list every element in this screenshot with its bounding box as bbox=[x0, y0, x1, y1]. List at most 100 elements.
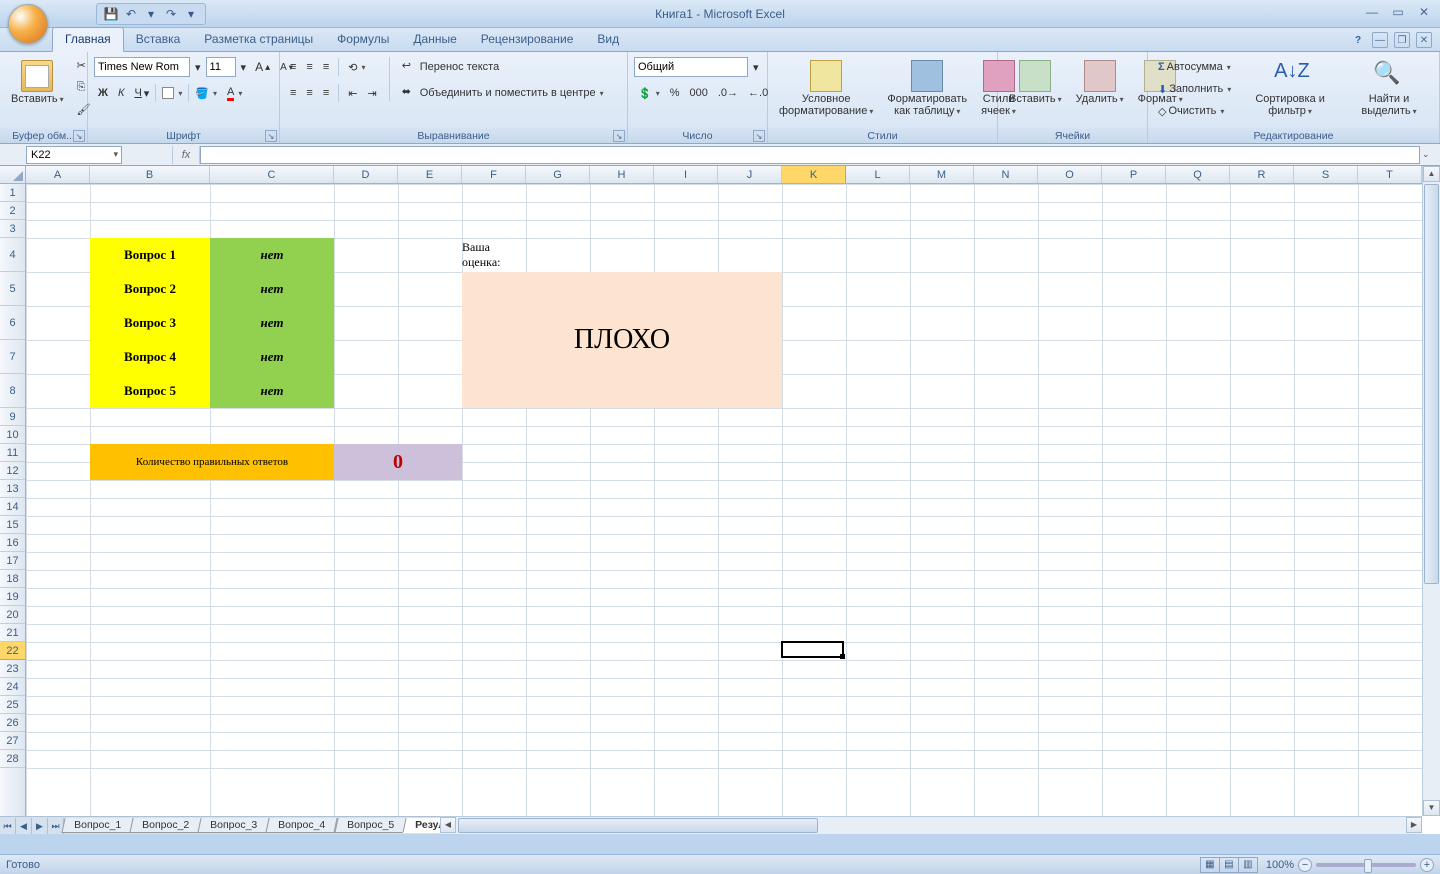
sheet-nav-first-icon[interactable]: ⏮ bbox=[0, 818, 16, 834]
number-dialog-icon[interactable]: ↘ bbox=[753, 130, 765, 142]
cell-question-5[interactable]: Вопрос 5 bbox=[90, 374, 210, 408]
orientation-button[interactable]: ⟲ bbox=[344, 57, 369, 77]
row-header-15[interactable]: 15 bbox=[0, 516, 25, 534]
win-minimize-icon[interactable]: — bbox=[1372, 32, 1388, 48]
cell-question-2[interactable]: Вопрос 2 bbox=[90, 272, 210, 306]
row-header-28[interactable]: 28 bbox=[0, 750, 25, 768]
column-headers[interactable]: ABCDEFGHIJKLMNOPQRST bbox=[26, 166, 1422, 184]
view-pagebreak-button[interactable]: ▥ bbox=[1238, 857, 1258, 873]
row-header-24[interactable]: 24 bbox=[0, 678, 25, 696]
name-box[interactable]: K22 bbox=[26, 146, 122, 164]
qat-more-icon[interactable]: ▾ bbox=[183, 6, 199, 22]
sheet-tab-Вопрос_4[interactable]: Вопрос_4 bbox=[266, 818, 338, 833]
borders-button[interactable] bbox=[158, 83, 186, 103]
format-as-table-button[interactable]: Форматировать как таблицу bbox=[882, 57, 972, 120]
select-all-button[interactable] bbox=[0, 166, 26, 184]
comma-button[interactable]: 000 bbox=[686, 83, 712, 103]
fx-icon[interactable]: fx bbox=[172, 146, 200, 164]
insert-cells-button[interactable]: Вставить bbox=[1004, 57, 1067, 108]
align-top-button[interactable]: ≡ bbox=[286, 57, 300, 77]
zoom-in-button[interactable]: + bbox=[1420, 858, 1434, 872]
column-header-O[interactable]: O bbox=[1038, 166, 1102, 183]
find-select-button[interactable]: 🔍Найти и выделить bbox=[1345, 57, 1433, 120]
number-format-combo[interactable] bbox=[634, 57, 748, 77]
clipboard-dialog-icon[interactable]: ↘ bbox=[73, 130, 85, 142]
row-header-11[interactable]: 11 bbox=[0, 444, 25, 462]
increase-indent-button[interactable]: ⇥ bbox=[363, 83, 380, 103]
column-header-J[interactable]: J bbox=[718, 166, 782, 183]
row-header-9[interactable]: 9 bbox=[0, 408, 25, 426]
undo-icon[interactable]: ↶ bbox=[123, 6, 139, 22]
row-header-27[interactable]: 27 bbox=[0, 732, 25, 750]
win-close-icon[interactable]: ✕ bbox=[1416, 32, 1432, 48]
row-header-8[interactable]: 8 bbox=[0, 374, 25, 408]
cell-answer-1[interactable]: нет bbox=[210, 238, 334, 272]
row-header-13[interactable]: 13 bbox=[0, 480, 25, 498]
conditional-formatting-button[interactable]: Условное форматирование bbox=[774, 57, 878, 120]
cell-correct-value[interactable]: 0 bbox=[334, 444, 462, 480]
cell-grade-value[interactable]: ПЛОХО bbox=[462, 272, 782, 408]
dropdown-icon[interactable]: ▾ bbox=[143, 6, 159, 22]
zoom-out-button[interactable]: − bbox=[1298, 858, 1312, 872]
column-header-F[interactable]: F bbox=[462, 166, 526, 183]
sort-filter-button[interactable]: A↓ZСортировка и фильтр bbox=[1239, 57, 1341, 120]
percent-button[interactable]: % bbox=[666, 83, 684, 103]
row-header-12[interactable]: 12 bbox=[0, 462, 25, 480]
close-button[interactable]: ✕ bbox=[1414, 4, 1434, 20]
align-left-button[interactable]: ≡ bbox=[286, 83, 300, 103]
font-size-dropdown-icon[interactable]: ▾ bbox=[238, 57, 250, 77]
horizontal-scrollbar[interactable]: ◀ ▶ bbox=[440, 816, 1422, 834]
row-header-16[interactable]: 16 bbox=[0, 534, 25, 552]
row-header-6[interactable]: 6 bbox=[0, 306, 25, 340]
column-header-P[interactable]: P bbox=[1102, 166, 1166, 183]
column-header-R[interactable]: R bbox=[1230, 166, 1294, 183]
autosum-button[interactable]: Σ Автосумма bbox=[1154, 57, 1235, 77]
alignment-dialog-icon[interactable]: ↘ bbox=[613, 130, 625, 142]
column-header-M[interactable]: M bbox=[910, 166, 974, 183]
column-header-D[interactable]: D bbox=[334, 166, 398, 183]
merge-center-button[interactable]: ⬌Объединить и поместить в центре bbox=[398, 83, 608, 103]
maximize-button[interactable]: ▭ bbox=[1388, 4, 1408, 20]
row-header-22[interactable]: 22 bbox=[0, 642, 25, 660]
sheet-tab-Вопрос_5[interactable]: Вопрос_5 bbox=[334, 818, 406, 833]
column-header-K[interactable]: K bbox=[782, 166, 846, 183]
row-header-10[interactable]: 10 bbox=[0, 426, 25, 444]
increase-decimal-button[interactable]: .0→ bbox=[714, 83, 742, 103]
column-header-S[interactable]: S bbox=[1294, 166, 1358, 183]
fill-color-button[interactable]: 🪣 bbox=[191, 83, 221, 103]
wrap-text-button[interactable]: ↩Перенос текста bbox=[398, 57, 608, 77]
row-headers[interactable]: 1234567891011121314151617181920212223242… bbox=[0, 184, 26, 816]
row-header-18[interactable]: 18 bbox=[0, 570, 25, 588]
row-header-26[interactable]: 26 bbox=[0, 714, 25, 732]
row-header-19[interactable]: 19 bbox=[0, 588, 25, 606]
row-header-7[interactable]: 7 bbox=[0, 340, 25, 374]
column-header-B[interactable]: B bbox=[90, 166, 210, 183]
scroll-right-icon[interactable]: ▶ bbox=[1406, 817, 1422, 833]
bold-button[interactable]: Ж bbox=[94, 83, 112, 103]
minimize-button[interactable]: — bbox=[1362, 4, 1382, 20]
row-header-21[interactable]: 21 bbox=[0, 624, 25, 642]
help-icon[interactable]: ? bbox=[1350, 32, 1366, 48]
row-header-14[interactable]: 14 bbox=[0, 498, 25, 516]
row-header-1[interactable]: 1 bbox=[0, 184, 25, 202]
row-header-2[interactable]: 2 bbox=[0, 202, 25, 220]
worksheet-grid[interactable]: ABCDEFGHIJKLMNOPQRST 1234567891011121314… bbox=[0, 166, 1440, 834]
number-format-dropdown-icon[interactable]: ▾ bbox=[750, 57, 762, 77]
cell-question-4[interactable]: Вопрос 4 bbox=[90, 340, 210, 374]
sheet-tab-Вопрос_2[interactable]: Вопрос_2 bbox=[130, 818, 202, 833]
cell-grade-label[interactable]: Ваша оценка: bbox=[462, 238, 526, 272]
tab-home[interactable]: Главная bbox=[52, 27, 124, 52]
view-normal-button[interactable]: ▦ bbox=[1200, 857, 1220, 873]
column-header-N[interactable]: N bbox=[974, 166, 1038, 183]
column-header-H[interactable]: H bbox=[590, 166, 654, 183]
column-header-E[interactable]: E bbox=[398, 166, 462, 183]
vertical-scrollbar[interactable]: ▲ ▼ bbox=[1422, 166, 1440, 816]
fill-button[interactable]: ⬇ Заполнить bbox=[1154, 79, 1235, 99]
cell-answer-2[interactable]: нет bbox=[210, 272, 334, 306]
font-family-dropdown-icon[interactable]: ▾ bbox=[192, 57, 204, 77]
delete-cells-button[interactable]: Удалить bbox=[1071, 57, 1129, 108]
column-header-C[interactable]: C bbox=[210, 166, 334, 183]
scroll-left-icon[interactable]: ◀ bbox=[440, 817, 456, 833]
win-restore-icon[interactable]: ❐ bbox=[1394, 32, 1410, 48]
row-header-5[interactable]: 5 bbox=[0, 272, 25, 306]
